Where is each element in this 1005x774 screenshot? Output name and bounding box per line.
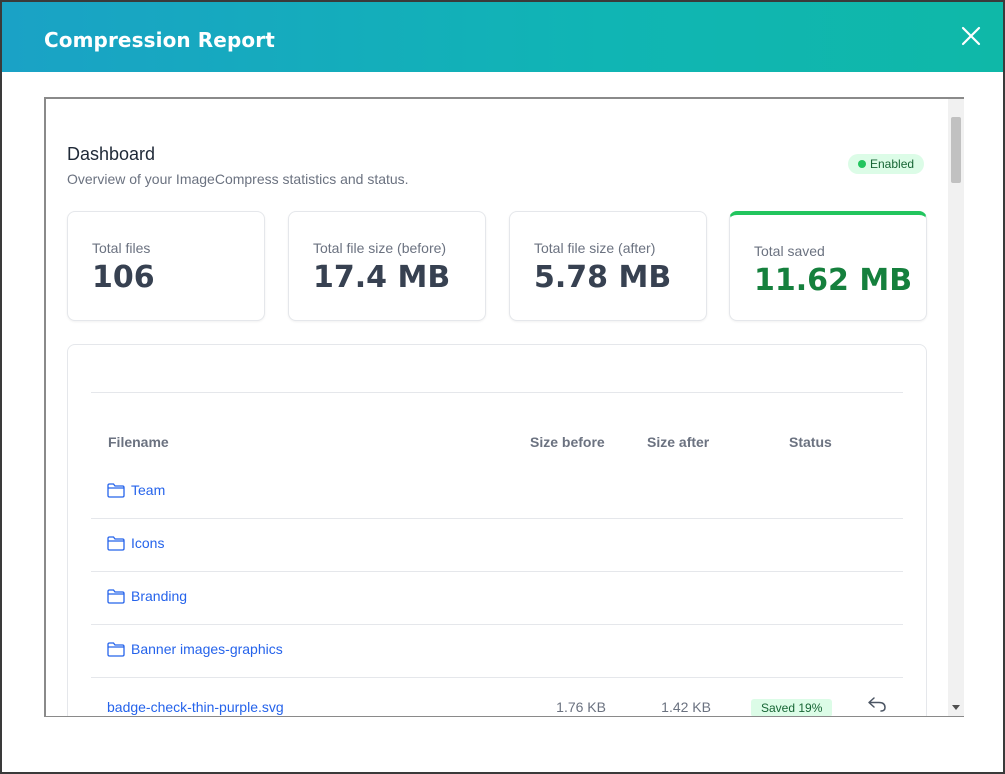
file-link[interactable]: badge-check-thin-purple.svg <box>107 699 284 715</box>
status-dot-icon <box>858 160 866 168</box>
stat-card-size-before: Total file size (before) 17.4 MB <box>288 211 486 321</box>
table-row-folder: Icons <box>91 518 903 572</box>
table-row-folder: Branding <box>91 571 903 625</box>
dashboard-title: Dashboard <box>67 144 156 164</box>
compression-report-dialog: Compression Report Dashboard Overview of… <box>0 0 1005 774</box>
status-badge-label: Enabled <box>870 157 915 171</box>
table-row-file: badge-check-thin-purple.svg 1.76 KB 1.42… <box>91 677 903 716</box>
table-row-folder: Banner images-graphics <box>91 624 903 678</box>
size-after-value: 1.42 KB <box>661 699 711 715</box>
undo-icon <box>868 697 886 712</box>
stat-label: Total file size (before) <box>313 240 447 256</box>
stat-value: 5.78 MB <box>534 260 672 295</box>
folder-link-team[interactable]: Team <box>107 482 165 498</box>
folder-name: Team <box>131 482 166 498</box>
files-table: Filename Size before Size after Status T… <box>67 344 927 716</box>
folder-icon <box>107 641 125 657</box>
close-button[interactable] <box>959 24 983 48</box>
column-header-size-before: Size before <box>530 434 605 450</box>
modal-title: Compression Report <box>44 28 275 52</box>
column-header-size-after: Size after <box>647 434 710 450</box>
stat-value: 11.62 MB <box>754 263 913 298</box>
folder-name: Banner images-graphics <box>131 641 283 657</box>
stat-card-total-files: Total files 106 <box>67 211 265 321</box>
folder-name: Icons <box>131 535 165 551</box>
stat-card-size-after: Total file size (after) 5.78 MB <box>509 211 707 321</box>
folder-name: Branding <box>131 588 188 604</box>
stat-card-total-saved: Total saved 11.62 MB <box>729 211 927 321</box>
folder-link-branding[interactable]: Branding <box>107 588 187 604</box>
restore-button[interactable] <box>867 695 887 713</box>
table-row-folder: Team <box>91 465 903 519</box>
vertical-scrollbar[interactable] <box>948 99 964 716</box>
folder-icon <box>107 535 125 551</box>
saved-percent-badge: Saved 19% <box>751 699 833 716</box>
folder-link-banner-images-graphics[interactable]: Banner images-graphics <box>107 641 283 657</box>
table-divider <box>91 392 903 393</box>
column-header-status: Status <box>789 434 832 450</box>
modal-header: Compression Report <box>2 2 1003 72</box>
column-header-filename: Filename <box>108 434 169 450</box>
report-content: Dashboard Overview of your ImageCompress… <box>46 99 948 716</box>
size-before-value: 1.76 KB <box>556 699 606 715</box>
folder-icon <box>107 588 125 604</box>
folder-link-icons[interactable]: Icons <box>107 535 164 551</box>
stat-label: Total file size (after) <box>534 240 656 256</box>
status-badge: Enabled <box>848 154 925 174</box>
stat-label: Total files <box>92 240 151 256</box>
folder-icon <box>107 482 125 498</box>
scroll-down-arrow-icon[interactable] <box>952 705 960 710</box>
dashboard-subtitle: Overview of your ImageCompress statistic… <box>67 171 409 187</box>
scrollbar-thumb[interactable] <box>951 117 961 183</box>
close-icon <box>961 26 981 46</box>
stat-label: Total saved <box>754 243 825 259</box>
stat-value: 106 <box>92 260 155 295</box>
report-frame: Dashboard Overview of your ImageCompress… <box>44 97 964 717</box>
stat-value: 17.4 MB <box>313 260 451 295</box>
